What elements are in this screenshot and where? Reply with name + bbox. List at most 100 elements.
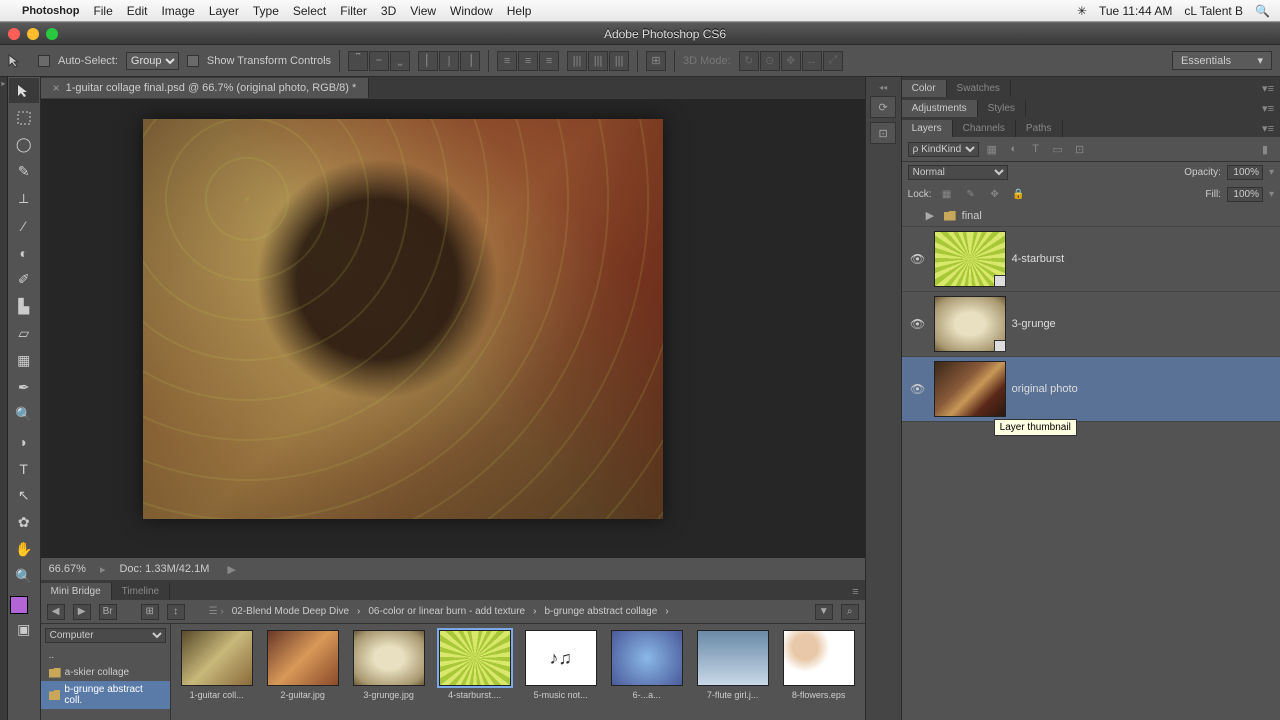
align-left-icon[interactable]: ⎢ — [418, 51, 438, 71]
quick-mask-toggle[interactable]: ▣ — [9, 617, 39, 642]
distribute-vcenter-icon[interactable]: ≡ — [518, 51, 538, 71]
group-expand-icon[interactable]: ▶ — [926, 209, 938, 222]
type-tool[interactable]: T — [9, 456, 39, 481]
layer-thumbnail[interactable] — [934, 231, 1006, 287]
menu-view[interactable]: View — [410, 4, 436, 18]
mb-view-button[interactable]: ⊞ — [141, 604, 159, 620]
layer-filter-kind[interactable]: ρ KindKind — [908, 142, 979, 157]
menu-filter[interactable]: Filter — [340, 4, 367, 18]
mb-folder-item[interactable]: a-skier collage — [41, 664, 170, 681]
layer-thumbnail[interactable] — [934, 296, 1006, 352]
canvas-area[interactable] — [41, 99, 865, 558]
mb-thumbnail[interactable]: 6-...a... — [611, 630, 683, 714]
tab-layers[interactable]: Layers — [902, 120, 953, 137]
distribute-left-icon[interactable]: ||| — [567, 51, 587, 71]
mb-folder-item[interactable]: b-grunge abstract coll. — [41, 681, 170, 709]
zoom-tool2[interactable]: 🔍 — [9, 564, 39, 589]
tab-styles[interactable]: Styles — [978, 100, 1026, 117]
quick-select-tool[interactable]: ✎ — [9, 159, 39, 184]
tab-channels[interactable]: Channels — [953, 120, 1016, 137]
align-right-icon[interactable]: ⎥ — [460, 51, 480, 71]
mb-thumbnail[interactable]: 8-flowers.eps — [783, 630, 855, 714]
close-window-button[interactable] — [8, 28, 20, 40]
tab-adjustments[interactable]: Adjustments — [902, 100, 978, 117]
gradient-tool[interactable]: ▦ — [9, 348, 39, 373]
mb-back-button[interactable]: ◀ — [47, 604, 65, 620]
fill-slider-icon[interactable]: ▾ — [1269, 189, 1274, 200]
close-tab-icon[interactable]: × — [53, 81, 60, 95]
tab-paths[interactable]: Paths — [1016, 120, 1063, 137]
menu-layer[interactable]: Layer — [209, 4, 239, 18]
filter-adjustment-icon[interactable]: ◐ — [1005, 141, 1023, 157]
align-hcenter-icon[interactable]: | — [439, 51, 459, 71]
dodge-tool[interactable]: ◗ — [9, 429, 39, 454]
align-bottom-icon[interactable]: ⎵ — [390, 51, 410, 71]
mb-forward-button[interactable]: ▶ — [73, 604, 91, 620]
auto-align-icon[interactable]: ⊞ — [646, 51, 666, 71]
collapsed-rail-left[interactable]: ▸ — [0, 77, 8, 720]
minimize-window-button[interactable] — [27, 28, 39, 40]
color-swatches[interactable] — [8, 594, 40, 616]
clone-stamp-tool[interactable]: ▙ — [9, 294, 39, 319]
breadcrumb-2[interactable]: 06-color or linear burn - add texture — [368, 606, 525, 617]
app-name[interactable]: Photoshop — [22, 5, 79, 17]
eyedropper-tool[interactable]: ⁄ — [9, 213, 39, 238]
shape-tool[interactable]: ✿ — [9, 510, 39, 535]
layer-group-row[interactable]: ▶ final — [902, 205, 1280, 227]
eraser-tool[interactable]: ▱ — [9, 321, 39, 346]
breadcrumb-icon[interactable]: ☰ › — [209, 606, 224, 617]
tab-mini-bridge[interactable]: Mini Bridge — [41, 583, 112, 600]
healing-brush-tool[interactable]: ◐ — [9, 240, 39, 265]
panel-menu-icon[interactable]: ≡ — [846, 584, 864, 600]
filter-smart-icon[interactable]: ⊡ — [1071, 141, 1089, 157]
menu-edit[interactable]: Edit — [127, 4, 148, 18]
filter-shape-icon[interactable]: ▭ — [1049, 141, 1067, 157]
layer-row[interactable]: 👁4-starburst — [902, 227, 1280, 292]
clock[interactable]: Tue 11:44 AM — [1099, 4, 1172, 18]
show-transform-checkbox[interactable] — [187, 55, 199, 67]
menu-3d[interactable]: 3D — [381, 4, 396, 18]
mb-thumbnail[interactable]: 4-starburst.... — [439, 630, 511, 714]
visibility-toggle[interactable]: 👁 — [908, 382, 928, 396]
lock-transparency-icon[interactable]: ▦ — [938, 186, 956, 202]
marquee-tool[interactable] — [9, 105, 39, 130]
distribute-top-icon[interactable]: ≡ — [497, 51, 517, 71]
mb-search-icon[interactable]: ⌕ — [841, 604, 859, 620]
opacity-input[interactable]: 100% — [1227, 165, 1263, 180]
distribute-bottom-icon[interactable]: ≡ — [539, 51, 559, 71]
mb-thumbnail[interactable]: 5-music not... — [525, 630, 597, 714]
lock-all-icon[interactable]: 🔒 — [1010, 186, 1028, 202]
status-play-icon[interactable]: ▶ — [227, 563, 235, 576]
path-select-tool[interactable]: ↖ — [9, 483, 39, 508]
breadcrumb-3[interactable]: b-grunge abstract collage — [544, 606, 657, 617]
crop-tool[interactable]: ⟂ — [9, 186, 39, 211]
align-vcenter-icon[interactable]: ⎯ — [369, 51, 389, 71]
filter-type-icon[interactable]: T — [1027, 141, 1045, 157]
layer-thumbnail[interactable] — [934, 361, 1006, 417]
move-tool[interactable] — [9, 78, 39, 103]
tab-swatches[interactable]: Swatches — [947, 80, 1011, 97]
menu-file[interactable]: File — [93, 4, 112, 18]
menu-help[interactable]: Help — [507, 4, 532, 18]
fill-input[interactable]: 100% — [1227, 187, 1263, 202]
user-name[interactable]: cL Talent B — [1184, 4, 1243, 18]
zoom-level[interactable]: 66.67% — [49, 563, 86, 575]
lasso-tool[interactable]: ◯ — [9, 132, 39, 157]
doc-size[interactable]: Doc: 1.33M/42.1M — [119, 563, 209, 575]
layer-group-name[interactable]: final — [962, 210, 982, 222]
brush-tool[interactable]: ✐ — [9, 267, 39, 292]
menu-select[interactable]: Select — [293, 4, 326, 18]
zoom-window-button[interactable] — [46, 28, 58, 40]
layer-row[interactable]: 👁 original photo — [902, 357, 1280, 422]
visibility-toggle[interactable]: 👁 — [908, 252, 928, 266]
tab-color[interactable]: Color — [902, 80, 947, 97]
auto-select-checkbox[interactable] — [38, 55, 50, 67]
sync-icon[interactable]: ✳ — [1077, 4, 1087, 18]
spotlight-icon[interactable]: 🔍 — [1255, 4, 1270, 18]
mb-sort-button[interactable]: ↕ — [167, 604, 185, 620]
layer-name[interactable]: original photo — [1012, 383, 1078, 395]
foreground-swatch[interactable] — [10, 596, 28, 614]
workspace-switcher[interactable]: Essentials▾ — [1172, 51, 1272, 70]
mb-filter-icon[interactable]: ▼ — [815, 604, 833, 620]
filter-pixel-icon[interactable]: ▦ — [983, 141, 1001, 157]
